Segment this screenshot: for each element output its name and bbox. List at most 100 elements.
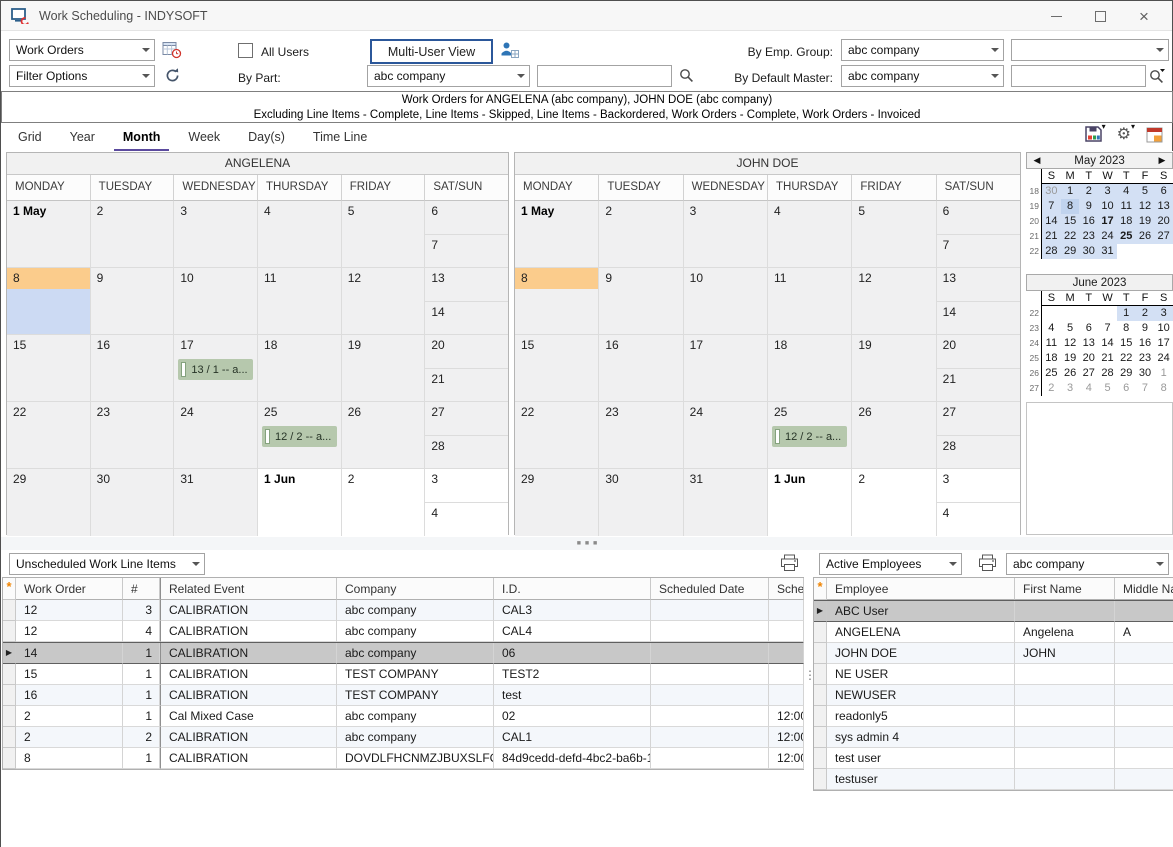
calendar-day-cell[interactable]: 31	[684, 469, 768, 536]
search-dropdown-icon[interactable]	[1149, 68, 1166, 84]
calendar-day-cell[interactable]: 26	[852, 402, 936, 469]
mini-day[interactable]: 27	[1154, 229, 1173, 244]
column-header[interactable]: Middle Na	[1115, 578, 1173, 600]
cell[interactable]: 4	[123, 621, 160, 642]
cell[interactable]: 1	[123, 664, 160, 685]
calendar-day-cell[interactable]: 31	[174, 469, 258, 536]
multi-user-person-grid-icon[interactable]	[500, 41, 520, 59]
mini-day[interactable]: 6	[1079, 321, 1098, 336]
cell[interactable]: CALIBRATION	[160, 643, 337, 664]
column-header[interactable]: Company	[337, 578, 494, 600]
table-row[interactable]: 124CALIBRATIONabc companyCAL4	[3, 621, 803, 642]
calendar-day-cell[interactable]: 10	[174, 268, 258, 335]
table-row[interactable]: 21Cal Mixed Caseabc company0212:00:0	[3, 706, 803, 727]
cell[interactable]: 06	[494, 643, 651, 664]
mini-day[interactable]: 18	[1117, 214, 1136, 229]
calendar-day-cell[interactable]: 3	[174, 201, 258, 268]
calendar-day-cell[interactable]: 22	[7, 402, 91, 469]
calendar-day-cell[interactable]: 6	[425, 201, 508, 235]
calendar-day-cell[interactable]: 1 Jun	[258, 469, 342, 536]
mini-day[interactable]: 24	[1154, 351, 1173, 366]
calendar-event[interactable]: 13 / 1 -- a...	[178, 359, 253, 380]
cell[interactable]: sys admin 4	[827, 727, 1015, 748]
vertical-splitter[interactable]: ⋮	[804, 578, 813, 818]
table-row[interactable]: sys admin 4	[814, 727, 1173, 748]
mini-day[interactable]: 28	[1042, 244, 1061, 259]
cell[interactable]: 1	[123, 748, 160, 769]
cell[interactable]	[1115, 706, 1173, 727]
cell[interactable]	[651, 664, 769, 685]
cell[interactable]: 1	[123, 643, 160, 664]
mini-day[interactable]: 29	[1061, 244, 1080, 259]
calendar-day-cell[interactable]: 26	[342, 402, 426, 469]
calendar-day-cell[interactable]: 21	[425, 369, 508, 403]
mini-day[interactable]: 8	[1154, 381, 1173, 396]
table-row[interactable]: ANGELENAAngelenaA	[814, 622, 1173, 643]
cell[interactable]: 12:00:0	[769, 748, 804, 769]
calendar-event[interactable]: 12 / 2 -- a...	[772, 426, 847, 447]
mini-day[interactable]: 9	[1079, 199, 1098, 214]
cell[interactable]: CAL3	[494, 600, 651, 621]
mini-day[interactable]: 25	[1042, 366, 1061, 381]
cell[interactable]: A	[1115, 622, 1173, 643]
mini-day[interactable]: 7	[1098, 321, 1117, 336]
table-row[interactable]: NEWUSER	[814, 685, 1173, 706]
mini-day[interactable]: 13	[1079, 336, 1098, 351]
mini-day[interactable]: 16	[1136, 336, 1155, 351]
cell[interactable]: 84d9cedd-defd-4bc2-ba6b-1	[494, 748, 651, 769]
cell[interactable]: 1	[123, 706, 160, 727]
cell[interactable]: 1	[123, 685, 160, 706]
mini-day[interactable]: 23	[1079, 229, 1098, 244]
calendar-day-cell[interactable]: 16	[599, 335, 683, 402]
cell[interactable]: CAL4	[494, 621, 651, 642]
cell[interactable]: Angelena	[1015, 622, 1115, 643]
mini-day[interactable]: 30	[1136, 366, 1155, 381]
cell[interactable]	[1015, 727, 1115, 748]
mini-day[interactable]: 11	[1042, 336, 1061, 351]
calendar-day-cell[interactable]: 30	[599, 469, 683, 536]
work-orders-select[interactable]: Work Orders	[9, 39, 155, 61]
table-row[interactable]: 81CALIBRATIONDOVDLFHCNMZJBUXSLFCGNL84d9c…	[3, 748, 803, 769]
calendar-day-cell[interactable]: 4	[425, 503, 508, 536]
prev-month-icon[interactable]: ◀	[1030, 155, 1044, 166]
cell[interactable]: 15	[16, 664, 123, 685]
cell[interactable]: abc company	[337, 706, 494, 727]
cell[interactable]: NE USER	[827, 664, 1015, 685]
calendar-day-cell[interactable]: 2512 / 2 -- a...	[258, 402, 342, 469]
mini-day[interactable]: 25	[1117, 229, 1136, 244]
cell[interactable]	[1015, 601, 1115, 622]
cell[interactable]	[769, 685, 804, 706]
mini-day[interactable]: 23	[1136, 351, 1155, 366]
cell[interactable]: JOHN DOE	[827, 643, 1015, 664]
calendar-day-cell[interactable]: 8	[7, 268, 91, 335]
calendar-day-cell[interactable]: 23	[599, 402, 683, 469]
mini-day[interactable]: 8	[1061, 199, 1080, 214]
calendar-day-cell[interactable]: 5	[342, 201, 426, 268]
line-items-view-select[interactable]: Unscheduled Work Line Items	[9, 553, 205, 575]
calendar-day-cell[interactable]: 29	[7, 469, 91, 536]
calendar-day-cell[interactable]: 9	[599, 268, 683, 335]
calendar-day-cell[interactable]: 12	[342, 268, 426, 335]
horizontal-splitter[interactable]: ■ ■ ■	[1, 537, 1173, 550]
cell[interactable]	[651, 706, 769, 727]
cell[interactable]: test	[494, 685, 651, 706]
mini-day[interactable]: 30	[1079, 244, 1098, 259]
next-month-icon[interactable]: ▶	[1155, 155, 1169, 166]
calendar-day-cell[interactable]: 6	[937, 201, 1020, 235]
cell[interactable]	[651, 727, 769, 748]
calendar-day-cell[interactable]: 13	[425, 268, 508, 302]
cell[interactable]: CALIBRATION	[160, 727, 337, 748]
column-header[interactable]: I.D.	[494, 578, 651, 600]
mini-day[interactable]: 3	[1098, 184, 1117, 199]
cell[interactable]: abc company	[337, 643, 494, 664]
cell[interactable]: CAL1	[494, 727, 651, 748]
calendar-day-cell[interactable]: 16	[91, 335, 175, 402]
table-row[interactable]: 123CALIBRATIONabc companyCAL3	[3, 600, 803, 621]
mini-day[interactable]: 9	[1136, 321, 1155, 336]
calendar-day-cell[interactable]: 28	[937, 436, 1020, 470]
mini-day[interactable]: 15	[1117, 336, 1136, 351]
filter-options-select[interactable]: Filter Options	[9, 65, 155, 87]
calendar-options-button[interactable]	[1146, 124, 1164, 148]
mini-day[interactable]: 14	[1098, 336, 1117, 351]
calendar-day-cell[interactable]: 11	[768, 268, 852, 335]
